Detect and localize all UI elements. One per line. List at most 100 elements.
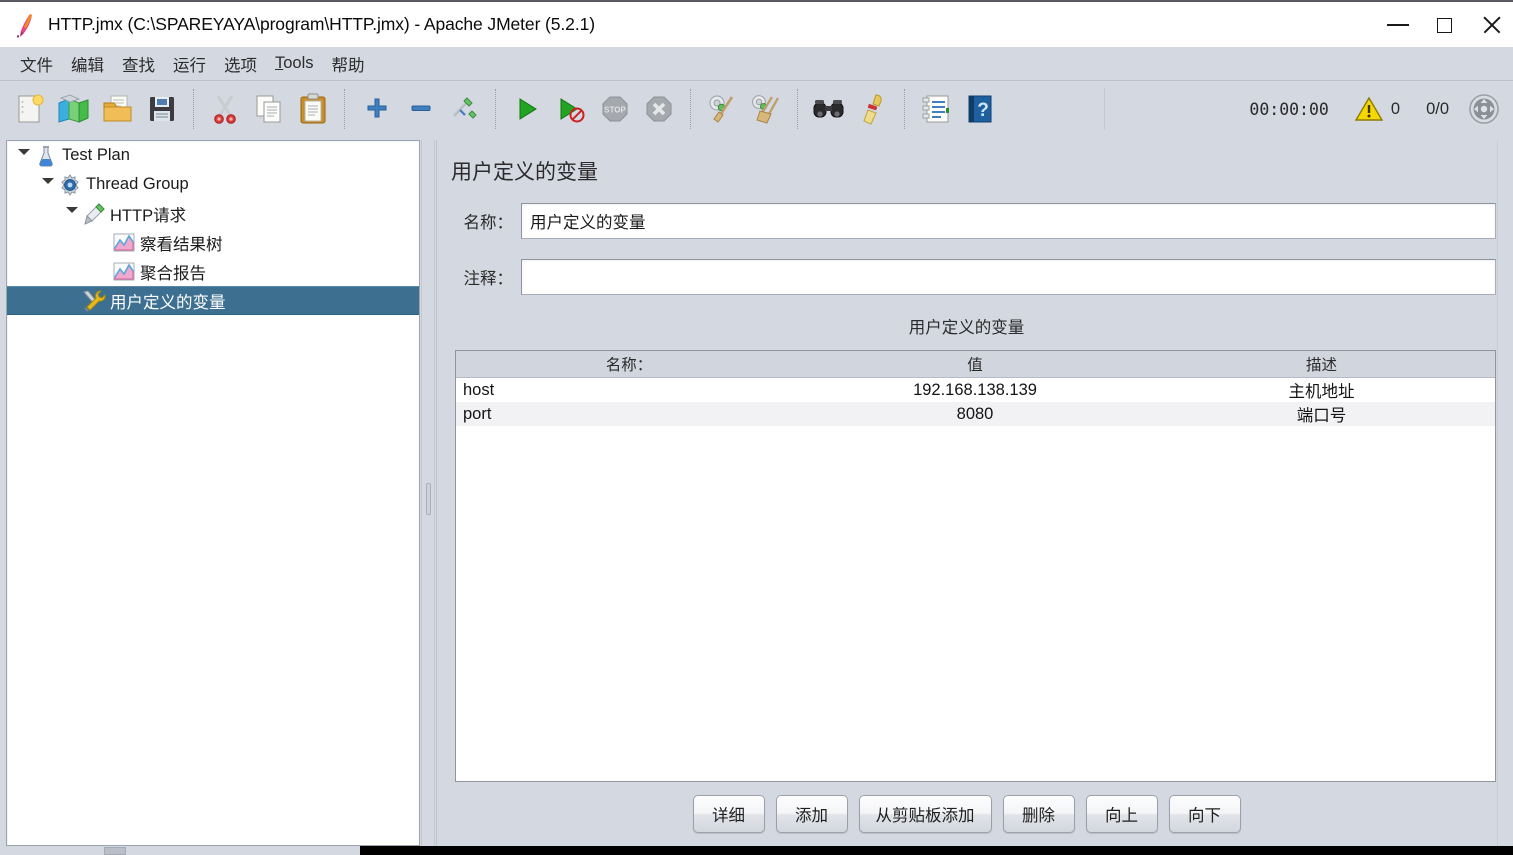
- move-down-button[interactable]: 向下: [1168, 795, 1241, 833]
- open-icon[interactable]: [96, 87, 140, 131]
- cell-description[interactable]: 主机地址: [1148, 378, 1495, 402]
- tree-item-http-request[interactable]: HTTP请求: [7, 199, 419, 228]
- cell-name[interactable]: port: [456, 405, 802, 424]
- expand-twisty-icon[interactable]: [15, 148, 33, 162]
- tree-item-label: 察看结果树: [140, 235, 223, 254]
- start-icon[interactable]: [505, 87, 549, 131]
- minimize-icon: [1387, 24, 1409, 26]
- function-helper-icon[interactable]: [914, 87, 958, 131]
- variables-table-header: 名称： 值 描述: [456, 351, 1495, 378]
- comment-label: 注释：: [463, 270, 514, 288]
- search-icon[interactable]: [807, 87, 851, 131]
- name-field-row: 名称： 用户定义的变量: [437, 203, 1496, 239]
- tree-item-label: 用户定义的变量: [110, 293, 226, 312]
- tree-item-label: 聚合报告: [140, 264, 206, 283]
- scrollbar-track-end: [360, 846, 1513, 855]
- column-header-name[interactable]: 名称：: [456, 353, 802, 375]
- paste-icon[interactable]: [291, 87, 335, 131]
- maximize-button[interactable]: [1421, 2, 1467, 48]
- tree-item-test-plan[interactable]: Test Plan: [7, 141, 419, 170]
- variables-action-buttons: 详细 添加 从剪贴板添加 删除 向上 向下: [437, 795, 1496, 833]
- tree-item-aggregate-report[interactable]: 聚合报告: [7, 257, 419, 286]
- templates-icon[interactable]: [52, 87, 96, 131]
- menu-item-file[interactable]: 文件: [11, 50, 62, 78]
- menu-item-search[interactable]: 查找: [113, 50, 164, 78]
- clear-all-icon[interactable]: [744, 87, 788, 131]
- jmeter-window: HTTP.jmx (C:\SPAREYAYA\program\HTTP.jmx)…: [0, 0, 1513, 855]
- name-label: 名称：: [463, 214, 514, 232]
- name-input[interactable]: 用户定义的变量: [521, 203, 1496, 239]
- start-no-timers-icon[interactable]: [549, 87, 593, 131]
- toolbar-separator-6: [904, 89, 905, 129]
- warning-count: 0: [1390, 99, 1401, 118]
- scrollbar-thumb[interactable]: [104, 847, 126, 855]
- toolbar-separator-1: [193, 89, 194, 129]
- cut-icon[interactable]: [203, 87, 247, 131]
- thread-group-icon: [57, 173, 83, 196]
- new-icon[interactable]: [8, 87, 52, 131]
- column-header-description[interactable]: 描述: [1148, 353, 1495, 375]
- table-row[interactable]: host 192.168.138.139 主机地址: [456, 378, 1495, 402]
- table-empty-area[interactable]: [456, 426, 1495, 781]
- copy-icon[interactable]: [247, 87, 291, 131]
- detail-button[interactable]: 详细: [692, 795, 765, 833]
- tree-item-label: Thread Group: [86, 175, 189, 193]
- menu-item-tools-rest: ools: [283, 54, 314, 72]
- help-icon[interactable]: ?: [958, 87, 1002, 131]
- column-header-value[interactable]: 值: [802, 353, 1148, 375]
- tree-item-label: Test Plan: [62, 146, 130, 164]
- minimize-button[interactable]: [1375, 2, 1421, 48]
- toolbar-separator-4: [690, 89, 691, 129]
- menu-item-edit[interactable]: 编辑: [62, 50, 113, 78]
- shutdown-icon[interactable]: [637, 87, 681, 131]
- cell-description[interactable]: 端口号: [1148, 402, 1495, 426]
- menu-item-options[interactable]: 选项: [215, 50, 266, 78]
- add-from-clipboard-button[interactable]: 从剪贴板添加: [858, 795, 992, 833]
- expand-all-icon[interactable]: [354, 87, 398, 131]
- remote-engines-icon[interactable]: [1467, 92, 1501, 126]
- add-button[interactable]: 添加: [775, 795, 848, 833]
- elapsed-timer: 00:00:00: [1249, 99, 1329, 119]
- toggle-icon[interactable]: [442, 87, 486, 131]
- splitter-grip[interactable]: [426, 483, 431, 515]
- menu-item-help[interactable]: 帮助: [323, 50, 374, 78]
- active-threads-count: 0/0: [1426, 99, 1449, 118]
- menu-item-tools-mnemonic: T: [275, 54, 284, 72]
- tree-item-view-results-tree[interactable]: 察看结果树: [7, 228, 419, 257]
- toolbar-status-area: 00:00:00 0 0/0: [1249, 81, 1501, 137]
- expand-twisty-icon[interactable]: [39, 177, 57, 191]
- table-row[interactable]: port 8080 端口号: [456, 402, 1495, 426]
- variables-table[interactable]: 名称： 值 描述 host 192.168.138.139 主机地址 port …: [455, 350, 1496, 782]
- stop-icon[interactable]: STOP: [593, 87, 637, 131]
- tree-item-user-defined-variables[interactable]: 用户定义的变量: [7, 286, 419, 315]
- toolbar-separator-2: [344, 89, 345, 129]
- split-pane-divider[interactable]: [421, 140, 435, 846]
- page-title: 用户定义的变量: [451, 161, 598, 184]
- horizontal-scrollbar[interactable]: [0, 846, 1513, 855]
- toolbar-separator-5: [797, 89, 798, 129]
- jmeter-feather-icon: [14, 12, 36, 38]
- cell-value[interactable]: 192.168.138.139: [802, 381, 1148, 400]
- close-icon: [1481, 16, 1499, 34]
- cell-value[interactable]: 8080: [802, 405, 1148, 424]
- clear-icon[interactable]: [700, 87, 744, 131]
- move-up-button[interactable]: 向上: [1085, 795, 1158, 833]
- comment-input[interactable]: [521, 259, 1496, 295]
- tree-item-thread-group[interactable]: Thread Group: [7, 170, 419, 199]
- window-controls: [1375, 2, 1513, 48]
- menu-item-run[interactable]: 运行: [164, 50, 215, 78]
- reset-search-icon[interactable]: [851, 87, 895, 131]
- menu-bar: 文件 编辑 查找 运行 选项 Tools 帮助: [0, 47, 1513, 81]
- cell-name[interactable]: host: [456, 381, 802, 400]
- close-button[interactable]: [1467, 2, 1513, 48]
- delete-button[interactable]: 删除: [1002, 795, 1075, 833]
- test-plan-tree[interactable]: Test Plan Thread Group HTTP请求 察看结果树 聚合报告…: [6, 140, 420, 846]
- warning-triangle-icon[interactable]: [1354, 96, 1383, 122]
- user-defined-variables-icon: [81, 289, 107, 313]
- save-icon[interactable]: [140, 87, 184, 131]
- collapse-all-icon[interactable]: [398, 87, 442, 131]
- right-edge-filler: [1497, 140, 1504, 846]
- comment-field-row: 注释：: [437, 259, 1496, 295]
- expand-twisty-icon[interactable]: [63, 206, 81, 220]
- menu-item-tools[interactable]: Tools: [266, 52, 323, 75]
